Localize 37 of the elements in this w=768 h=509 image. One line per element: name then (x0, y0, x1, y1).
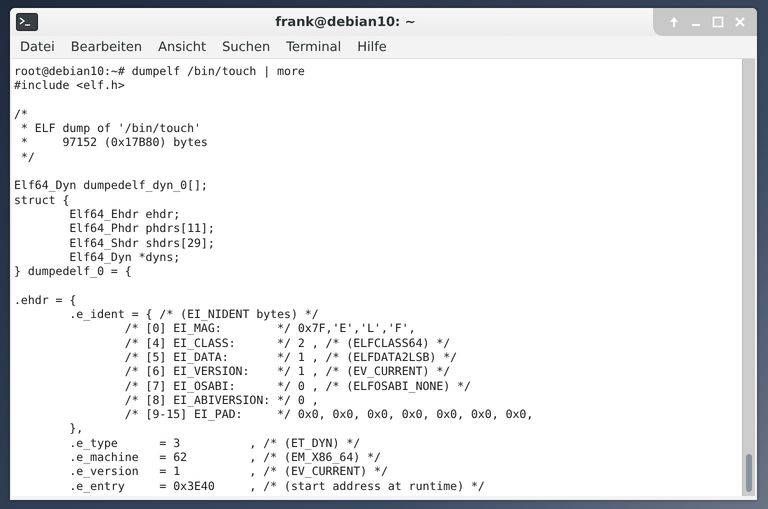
terminal-line: /* (14, 106, 28, 122)
terminal-line: * ELF dump of '/bin/touch' (20, 121, 201, 136)
terminal-line: /* [9-15] EI_PAD: */ 0x0, 0x0, 0x0, 0x0, 0x0, 0x0, 0x0, (124, 407, 534, 422)
terminal-line: .e_machine = 62 , /* (EM_X86_64) */ (68, 450, 381, 464)
terminal-line: Elf64_Phdr phdrs[11]; (68, 221, 215, 236)
terminal-line: */ (20, 150, 35, 164)
menu-item[interactable]: Ansicht (150, 40, 214, 54)
terminal-line: #include <elf.h> (14, 78, 125, 93)
terminal-line: .ehdr = { (14, 292, 76, 308)
terminal-line: .e_type = 3 , /* (ET_DYN) */ (68, 436, 360, 450)
terminal-line: /* [5] EI_DATA: */ 1 , /* (ELFDATA2LSB) */ (124, 350, 458, 364)
terminal-icon (16, 13, 38, 31)
terminal-line: /* [0] EI_MAG: */ 0x7F,'E','L','F', (124, 321, 416, 336)
menu-item[interactable]: Suchen (214, 40, 278, 54)
terminal-line: Elf64_Dyn *dyns; (68, 250, 180, 264)
terminal-line: .e_entry = 0x3E40 , /* (start address at runtime) */ (68, 478, 485, 493)
terminal-line: .e_ident = { /* (EI_NIDENT bytes) */ (68, 307, 319, 322)
terminal-line: * 97152 (0x17B80) bytes (20, 135, 208, 150)
terminal-line: } dumpedelf_0 = { (14, 264, 132, 278)
terminal-line: Elf64_Ehdr ehdr; (68, 206, 180, 222)
terminal-line: }, (68, 421, 84, 436)
terminal-line: root@debian10:~# dumpelf /bin/touch | more (14, 64, 305, 78)
menu-item[interactable]: Hilfe (349, 40, 395, 54)
terminal-line: /* [8] EI_ABIVERSION: */ 0 , (124, 392, 319, 408)
menu-item[interactable]: Datei (12, 40, 63, 54)
terminal-line: /* [6] EI_VERSION: */ 1 , /* (EV_CURRENT) */ (124, 364, 450, 379)
terminal-line: Elf64_Shdr shdrs[29]; (68, 236, 215, 250)
terminal-line: struct { (14, 192, 70, 207)
menu-item[interactable]: Terminal (278, 40, 350, 54)
scrollbar-thumb[interactable] (746, 454, 752, 492)
menu-item[interactable]: Bearbeiten (62, 40, 150, 54)
terminal-line: Elf64_Dyn dumpedelf_dyn_0[]; (14, 178, 208, 193)
scrollbar[interactable] (742, 59, 755, 496)
window-title: frank@debian10: ~ (274, 14, 417, 30)
terminal-line: .e_version = 1 , /* (EV_CURRENT) */ (68, 464, 388, 479)
terminal-line: /* [4] EI_CLASS: */ 2 , /* (ELFCLASS64) */ (124, 336, 450, 350)
terminal-line: /* [7] EI_OSABI: */ 0 , /* (ELFOSABI_NONE) */ (124, 378, 471, 393)
